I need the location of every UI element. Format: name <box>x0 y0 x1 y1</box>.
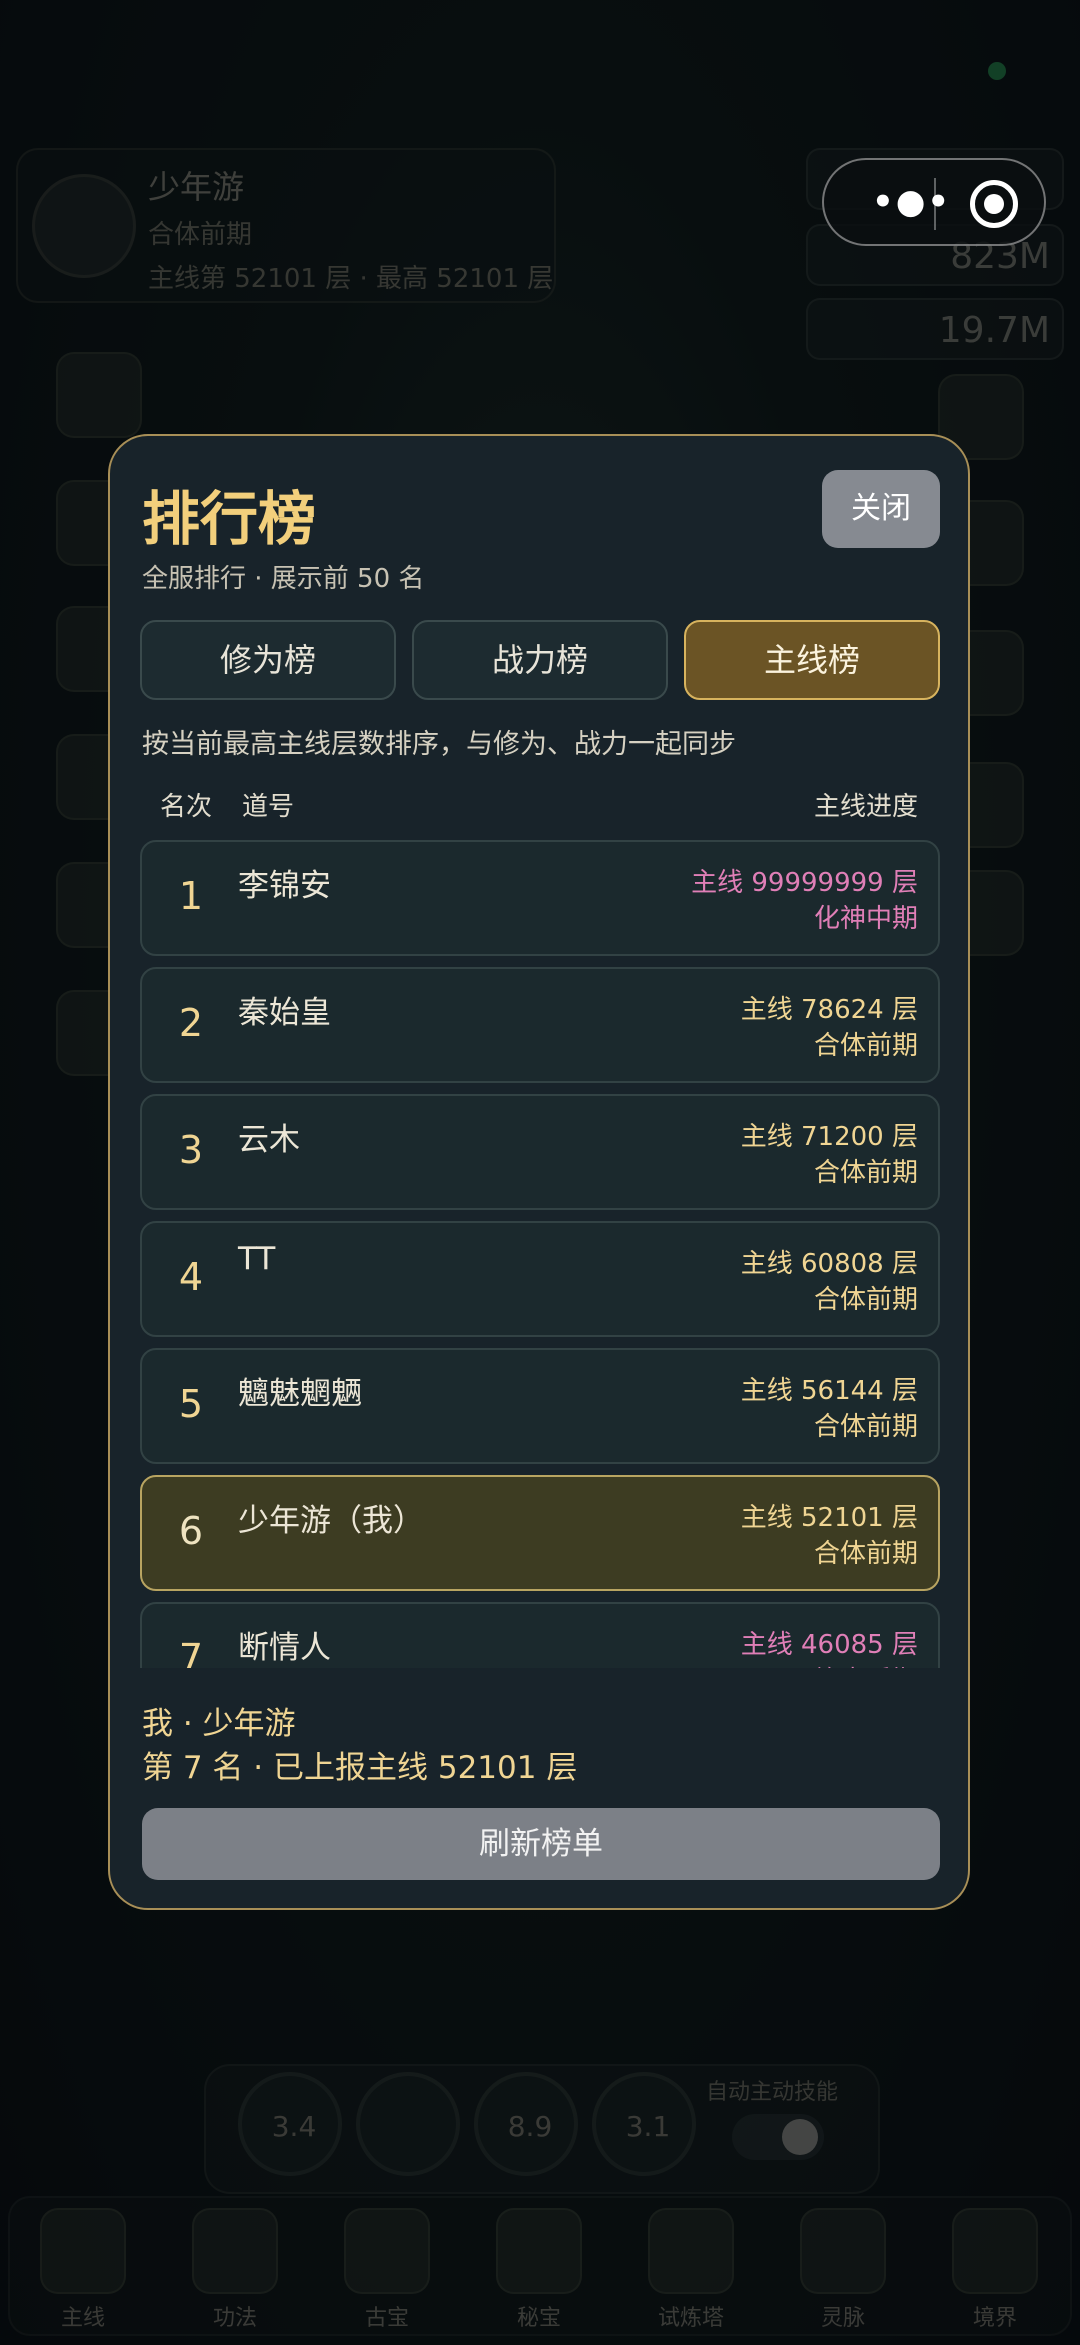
column-header-progress: 主线进度 <box>813 792 918 822</box>
ranking-row[interactable]: 5 魑魅魍魉 主线 56144 层 合体前期 <box>140 1348 940 1464</box>
row-rank: 2 <box>178 1001 204 1045</box>
my-name-label: 我 · 少年游 <box>142 1706 296 1742</box>
refresh-button[interactable]: 刷新榜单 <box>142 1808 940 1880</box>
close-miniprogram-icon[interactable] <box>970 180 1018 228</box>
modal-subtitle: 全服排行 · 展示前 50 名 <box>142 564 425 594</box>
more-icon[interactable]: •●• <box>872 182 951 222</box>
miniprogram-capsule: •●• <box>822 158 1046 246</box>
row-floor: 主线 46085 层 <box>740 1630 918 1660</box>
row-name: 魑魅魍魉 <box>238 1376 362 1412</box>
row-realm: 化神中期 <box>813 904 918 934</box>
row-rank: 1 <box>178 874 204 918</box>
row-realm: 合体前期 <box>813 1539 918 1569</box>
row-floor: 主线 52101 层 <box>740 1503 918 1533</box>
ranking-row[interactable]: 7 断情人 主线 46085 层 炼虚后期 <box>140 1602 940 1668</box>
row-floor: 主线 56144 层 <box>740 1376 918 1406</box>
row-floor: 主线 60808 层 <box>740 1249 918 1279</box>
row-name: 断情人 <box>238 1630 331 1666</box>
modal-title: 排行榜 <box>142 485 317 553</box>
ranking-row[interactable]: 3 云木 主线 71200 层 合体前期 <box>140 1094 940 1210</box>
row-name: TT <box>238 1241 276 1277</box>
close-button[interactable]: 关闭 <box>822 470 940 548</box>
row-name: 少年游（我） <box>238 1503 424 1539</box>
ranking-description: 按当前最高主线层数排序，与修为、战力一起同步 <box>142 729 736 760</box>
row-name: 云木 <box>238 1122 300 1158</box>
row-rank: 5 <box>178 1382 204 1426</box>
tab-cultivation[interactable]: 修为榜 <box>140 620 396 700</box>
row-realm: 炼虚后期 <box>814 1660 918 1668</box>
tab-power[interactable]: 战力榜 <box>412 620 668 700</box>
ranking-row[interactable]: 1 李锦安 主线 99999999 层 化神中期 <box>140 840 940 956</box>
row-rank: 3 <box>178 1128 204 1172</box>
my-rank-status: 第 7 名 · 已上报主线 52101 层 <box>142 1750 578 1786</box>
row-floor: 主线 78624 层 <box>740 995 918 1025</box>
row-rank: 6 <box>178 1509 204 1553</box>
row-floor: 主线 99999999 层 <box>691 868 918 898</box>
column-header-rank: 名次 <box>160 792 213 822</box>
tab-mainline[interactable]: 主线榜 <box>684 620 940 700</box>
row-realm: 合体前期 <box>813 1158 918 1188</box>
ranking-row-me[interactable]: 6 少年游（我） 主线 52101 层 合体前期 <box>140 1475 940 1591</box>
ranking-row[interactable]: 4 TT 主线 60808 层 合体前期 <box>140 1221 940 1337</box>
row-realm: 合体前期 <box>813 1285 918 1315</box>
row-floor: 主线 71200 层 <box>740 1122 918 1152</box>
column-header-name: 道号 <box>242 792 295 822</box>
row-rank: 7 <box>178 1636 204 1668</box>
row-rank: 4 <box>178 1255 204 1299</box>
row-name: 李锦安 <box>238 868 331 904</box>
capsule-divider <box>934 178 936 230</box>
row-realm: 合体前期 <box>813 1412 918 1442</box>
row-realm: 合体前期 <box>813 1031 918 1061</box>
leaderboard-modal: 排行榜 全服排行 · 展示前 50 名 关闭 修为榜 战力榜 主线榜 按当前最高… <box>108 434 970 1910</box>
ranking-row[interactable]: 2 秦始皇 主线 78624 层 合体前期 <box>140 967 940 1083</box>
row-name: 秦始皇 <box>238 995 331 1031</box>
ranking-list[interactable]: 1 李锦安 主线 99999999 层 化神中期 2 秦始皇 主线 78624 … <box>140 840 940 1668</box>
